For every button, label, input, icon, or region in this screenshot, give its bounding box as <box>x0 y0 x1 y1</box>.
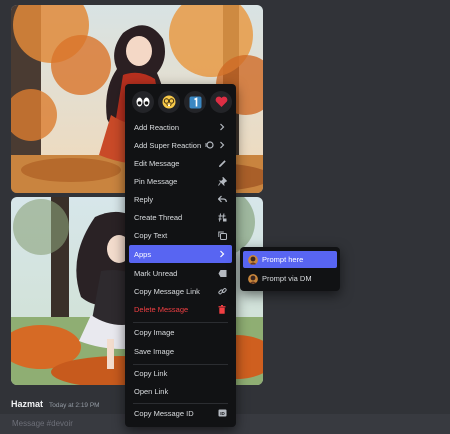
pin-icon <box>217 176 227 186</box>
menu-item-create-thread[interactable]: Create Thread <box>129 208 232 226</box>
app-avatar-icon <box>248 254 258 265</box>
menu-item-add-reaction[interactable]: Add Reaction <box>129 118 232 136</box>
apps-submenu: Prompt here Prompt via DM <box>240 247 340 291</box>
message-header: Hazmat Today at 2:19 PM <box>11 399 100 409</box>
menu-item-add-super-reaction[interactable]: Add Super Reaction <box>129 136 232 154</box>
message-context-menu: Add Reaction Add Super Reaction Edit Mes… <box>125 84 236 427</box>
keycap-one-emoji-button[interactable] <box>184 91 206 113</box>
svg-text:ID: ID <box>220 411 225 416</box>
red-heart-emoji-icon <box>215 96 227 107</box>
copy-icon <box>217 230 227 240</box>
menu-item-edit-message[interactable]: Edit Message <box>129 154 232 172</box>
pencil-icon <box>217 158 227 168</box>
eyes-emoji-button[interactable] <box>132 91 154 113</box>
reply-icon <box>217 194 227 204</box>
nitro-icon <box>204 140 214 150</box>
menu-item-copy-message-link[interactable]: Copy Message Link <box>129 282 232 300</box>
menu-item-copy-message-id[interactable]: Copy Message ID ID <box>129 404 232 422</box>
mark-unread-icon <box>217 268 227 278</box>
menu-item-pin-message[interactable]: Pin Message <box>129 172 232 190</box>
menu-item-open-link[interactable]: Open Link <box>129 382 232 400</box>
trash-icon <box>217 304 227 314</box>
menu-item-copy-link[interactable]: Copy Link <box>129 364 232 382</box>
menu-item-delete-message[interactable]: Delete Message <box>129 300 232 318</box>
submenu-item-prompt-here[interactable]: Prompt here <box>243 251 337 268</box>
menu-item-copy-text[interactable]: Copy Text <box>129 226 232 244</box>
menu-item-copy-image[interactable]: Copy Image <box>129 323 232 341</box>
submenu-item-prompt-via-dm[interactable]: Prompt via DM <box>243 270 337 287</box>
author-name[interactable]: Hazmat <box>11 399 43 409</box>
link-icon <box>217 286 227 296</box>
nerd-face-emoji-button[interactable] <box>158 91 180 113</box>
app-avatar-icon <box>248 273 258 284</box>
menu-item-save-image[interactable]: Save Image <box>129 342 232 360</box>
keycap-one-emoji-icon <box>189 96 201 108</box>
quick-reactions <box>132 91 232 113</box>
chevron-right-icon <box>217 122 227 132</box>
red-heart-emoji-button[interactable] <box>210 91 232 113</box>
menu-item-mark-unread[interactable]: Mark Unread <box>129 264 232 282</box>
eyes-emoji-icon <box>136 97 150 107</box>
menu-item-reply[interactable]: Reply <box>129 190 232 208</box>
composer-placeholder: Message #devoir <box>12 419 73 428</box>
message-timestamp: Today at 2:19 PM <box>49 402 100 409</box>
id-icon: ID <box>217 408 227 418</box>
thread-icon <box>217 212 227 222</box>
menu-item-apps[interactable]: Apps <box>129 245 232 263</box>
chevron-right-icon <box>217 140 227 150</box>
nerd-face-emoji-icon <box>162 95 176 109</box>
chevron-right-icon <box>217 249 227 259</box>
